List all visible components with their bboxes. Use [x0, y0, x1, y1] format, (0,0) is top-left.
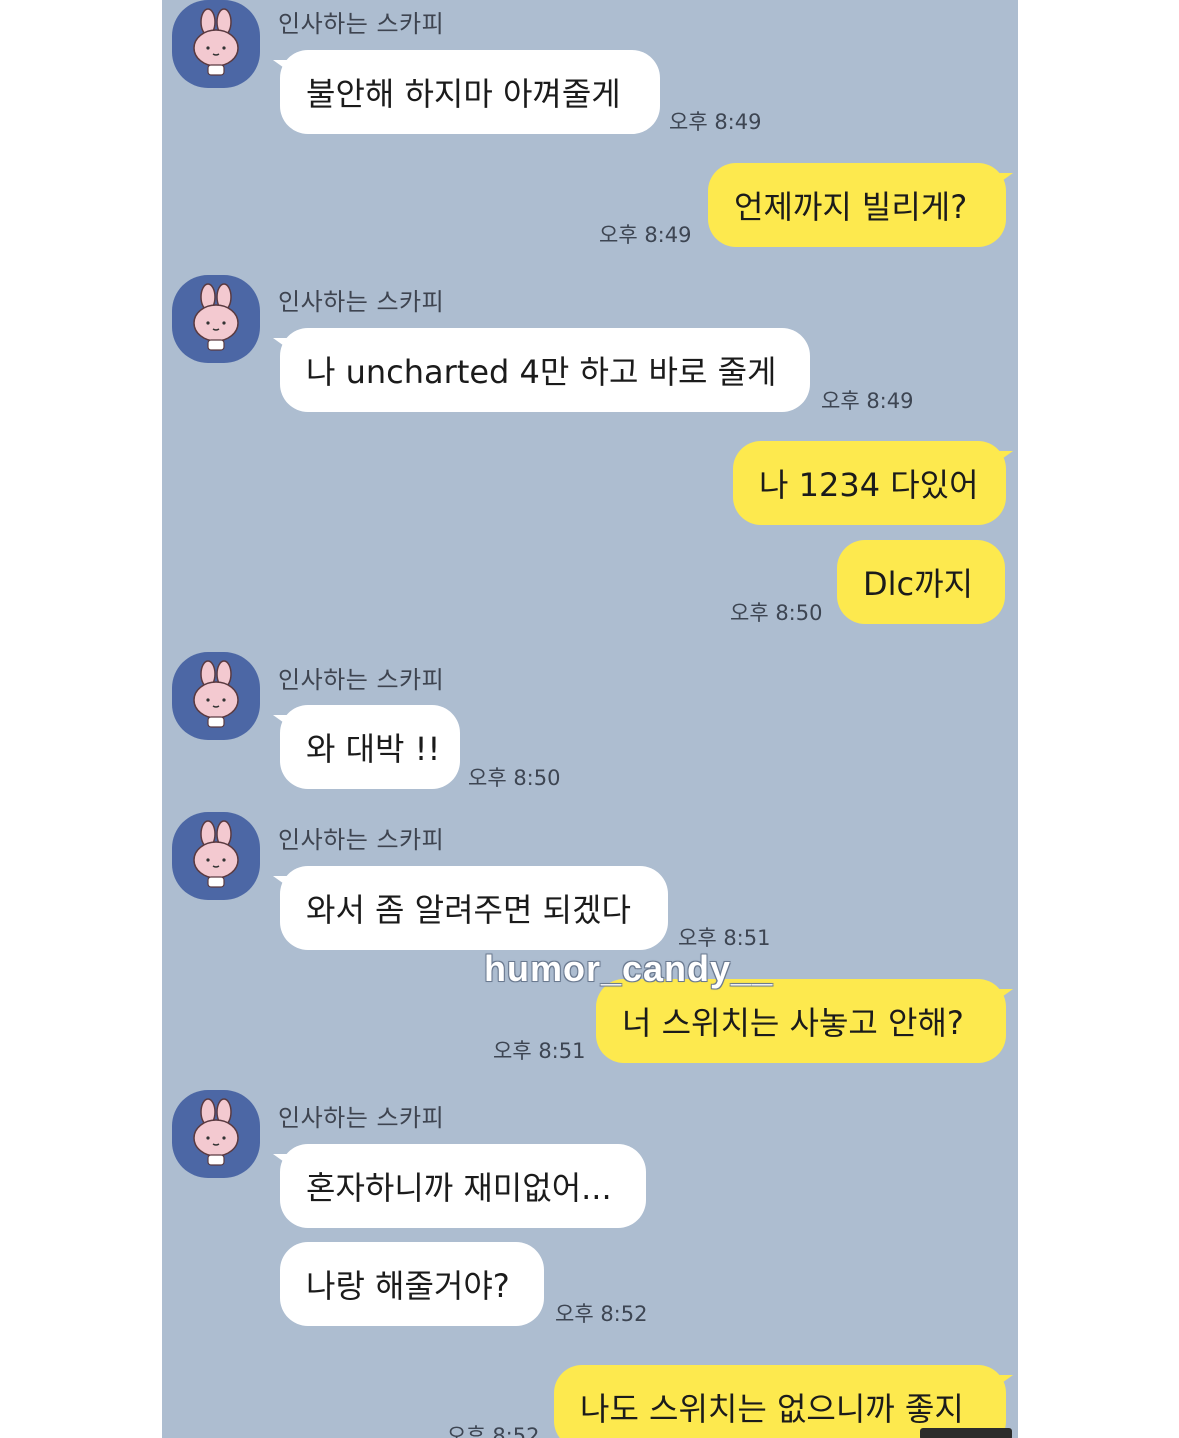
chat-area[interactable]: 인사하는 스카피 불안해 하지마 아껴줄게 오후 8:49 오후 8:49 언제… — [162, 0, 1018, 1438]
message-bubble-incoming[interactable]: 와 대박 !! — [273, 705, 460, 789]
sender-name: 인사하는 스카피 — [278, 1104, 445, 1132]
message-time: 오후 8:49 — [821, 389, 914, 413]
message-bubble-incoming[interactable]: 나랑 해줄거야? — [280, 1242, 544, 1326]
sender-name: 인사하는 스카피 — [278, 10, 445, 38]
sender-avatar[interactable] — [172, 0, 260, 88]
message-time: 오후 8:49 — [669, 110, 762, 134]
sender-name: 인사하는 스카피 — [278, 826, 445, 854]
message-time: 오후 8:52 — [447, 1424, 540, 1438]
message-time: 오후 8:52 — [555, 1302, 648, 1326]
sender-name: 인사하는 스카피 — [278, 288, 445, 316]
bunny-avatar-icon — [193, 820, 239, 888]
message-bubble-incoming[interactable]: 혼자하니까 재미없어... — [273, 1144, 646, 1228]
message-time: 오후 8:51 — [493, 1039, 586, 1063]
message-bubble-outgoing[interactable]: 언제까지 빌리게? — [708, 163, 1013, 247]
sender-avatar[interactable] — [172, 812, 260, 900]
sender-avatar[interactable] — [172, 275, 260, 363]
message-bubble-incoming[interactable]: 불안해 하지마 아껴줄게 — [273, 50, 660, 134]
message-bubble-incoming[interactable]: 나 uncharted 4만 하고 바로 줄게 — [273, 328, 810, 412]
sender-name: 인사하는 스카피 — [278, 666, 445, 694]
bunny-avatar-icon — [193, 660, 239, 728]
corner-badge — [920, 1428, 1012, 1438]
watermark: humor_candy__ — [484, 948, 774, 989]
bunny-avatar-icon — [193, 283, 239, 351]
bunny-avatar-icon — [193, 8, 239, 76]
message-bubble-outgoing[interactable]: 나 1234 다있어 — [733, 441, 1013, 525]
message-time: 오후 8:50 — [468, 766, 561, 790]
bunny-avatar-icon — [193, 1098, 239, 1166]
message-bubble-incoming[interactable]: 와서 좀 알려주면 되겠다 — [273, 866, 668, 950]
message-bubble-outgoing[interactable]: 너 스위치는 사놓고 안해? — [596, 979, 1013, 1063]
sender-avatar[interactable] — [172, 652, 260, 740]
sender-avatar[interactable] — [172, 1090, 260, 1178]
message-time: 오후 8:49 — [599, 223, 692, 247]
message-bubble-outgoing[interactable]: Dlc까지 — [837, 540, 1005, 624]
message-time: 오후 8:50 — [730, 601, 823, 625]
